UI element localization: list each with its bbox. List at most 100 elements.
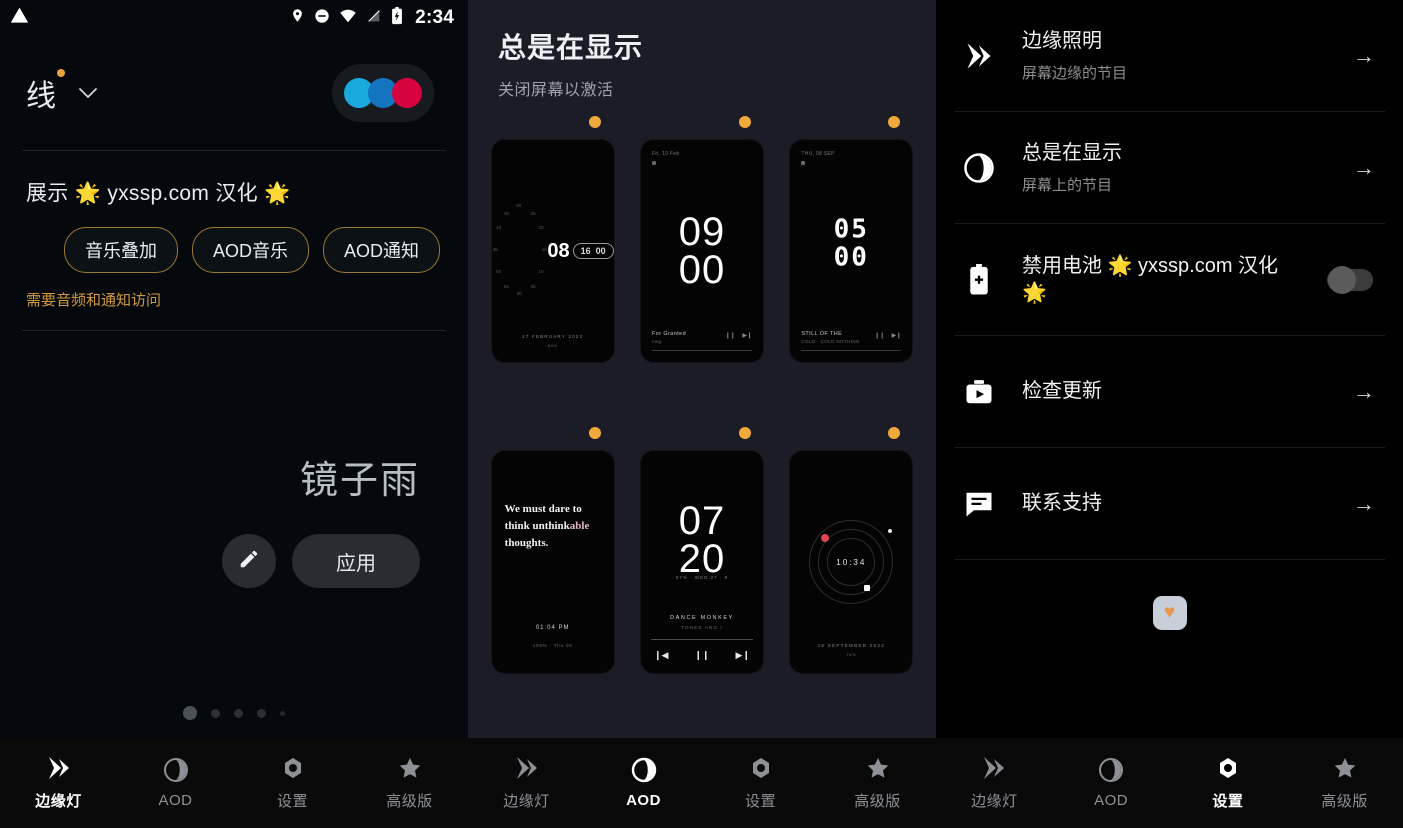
aod-card-player[interactable]: 07 20 57% · WED 27 · 8 DANCE MONKEY TONE… xyxy=(627,427,776,738)
tab-settings[interactable]: 设置 xyxy=(702,755,819,811)
skip-next-icon: ▶❙ xyxy=(742,333,752,339)
moon-circle-icon xyxy=(1098,757,1124,783)
settings-row-check-updates[interactable]: 检查更新 → xyxy=(954,336,1385,448)
aod-card-dot-matrix[interactable]: THU, 08 SEP 05 00 STILL OF THE COLD · CO… xyxy=(777,116,926,427)
aod-preview-card[interactable]: 10:34 19 SEPTEMBER 2022 74% xyxy=(790,451,913,673)
tab-edge-light-label: 边缘灯 xyxy=(35,793,82,810)
aod-preview-card[interactable]: THU, 08 SEP 05 00 STILL OF THE COLD · CO… xyxy=(790,140,913,362)
tab-edge-light[interactable]: 边缘灯 xyxy=(0,755,117,811)
settings-row-disable-battery[interactable]: 禁用电池 🌟 yxssp.com 汉化 🌟 xyxy=(954,224,1385,336)
notification-dot-icon xyxy=(651,161,656,165)
status-bar-clock: 2:34 xyxy=(415,7,454,28)
card-date: THU, 08 SEP xyxy=(801,151,835,157)
star-icon xyxy=(1332,755,1358,781)
tab-settings[interactable]: 设置 xyxy=(1170,755,1287,811)
settings-row-subtitle: 屏幕上的节目 xyxy=(1022,177,1113,194)
dot-clock-minute: 00 xyxy=(833,242,869,273)
dial-tick: 35 xyxy=(503,210,509,216)
chip-aod-notification[interactable]: AOD通知 xyxy=(323,227,441,273)
page-dot-2[interactable] xyxy=(211,708,220,718)
pause-icon: ❙❙ xyxy=(874,333,885,339)
star-icon xyxy=(865,755,891,781)
track-artist: COLD · COLD NOTHING xyxy=(801,339,860,344)
settings-list: 边缘照明 屏幕边缘的节目 → 总是在显示 屏幕上的节目 → 禁用电池 🌟 yxs… xyxy=(936,0,1403,738)
aod-preview-card[interactable]: 07 20 57% · WED 27 · 8 DANCE MONKEY TONE… xyxy=(640,451,763,673)
tab-premium[interactable]: 高级版 xyxy=(819,755,936,811)
apply-button[interactable]: 应用 xyxy=(292,534,420,588)
premium-badge-icon xyxy=(887,116,900,128)
page-dot-5[interactable] xyxy=(280,710,285,716)
arrow-right-icon[interactable]: → xyxy=(1353,155,1381,181)
quote-line-3: thoughts. xyxy=(504,537,549,550)
bottom-nav-panel1: 边缘灯 AOD 设置 高级版 xyxy=(0,738,468,828)
aod-card-radial-dial[interactable]: 30 35 25 40 20 45 15 50 10 55 05 00 08 1… xyxy=(478,116,627,427)
aod-card-big-clock[interactable]: Fri, 10 Feb 09 00 For Granted nwg ❙❙ ▶❙ xyxy=(627,116,776,427)
page-dot-1[interactable] xyxy=(183,706,197,720)
chip-aod-music[interactable]: AOD音乐 xyxy=(192,227,310,273)
heart-icon[interactable]: ♥ xyxy=(1152,596,1187,630)
page-dot-3[interactable] xyxy=(234,708,243,718)
tab-aod[interactable]: AOD xyxy=(1053,757,1170,809)
player-clock-minute: 20 xyxy=(678,536,726,581)
tab-aod-label: AOD xyxy=(158,792,193,809)
aod-card-orbit[interactable]: 10:34 19 SEPTEMBER 2022 74% xyxy=(777,427,926,738)
arrow-right-icon[interactable]: → xyxy=(1353,491,1381,517)
signal-off-icon xyxy=(366,8,382,29)
big-clock-readout: 09 00 xyxy=(641,210,763,290)
player-controls: ❙❙ ▶❙ xyxy=(725,332,752,339)
tab-edge-light[interactable]: 边缘灯 xyxy=(936,755,1053,811)
page-dot-4[interactable] xyxy=(257,708,266,718)
tab-premium-label: 高级版 xyxy=(854,793,901,810)
settings-row-edge-lighting[interactable]: 边缘照明 屏幕边缘的节目 → xyxy=(954,0,1385,112)
gear-hex-icon xyxy=(748,755,774,781)
tab-edge-light-label: 边缘灯 xyxy=(971,793,1018,810)
tab-premium[interactable]: 高级版 xyxy=(351,755,468,811)
chat-support-icon xyxy=(958,490,1000,518)
tab-aod[interactable]: AOD xyxy=(585,757,702,809)
profile-selector[interactable]: 线 xyxy=(26,69,65,115)
gear-hex-icon xyxy=(1215,755,1241,781)
star-icon xyxy=(397,755,423,781)
battery-plus-icon xyxy=(958,263,1000,296)
chip-music-overlay[interactable]: 音乐叠加 xyxy=(64,227,178,273)
screenshot-root: 2:34 线 展示 🌟 yxssp.com 汉化 🌟 音乐叠加 AOD音乐 AO… xyxy=(0,0,1403,828)
dial-tick: 25 xyxy=(530,210,536,216)
arrow-right-icon[interactable]: → xyxy=(1353,43,1381,69)
tab-edge-light[interactable]: 边缘灯 xyxy=(468,755,585,811)
edit-preset-button[interactable] xyxy=(222,534,276,588)
tab-aod[interactable]: AOD xyxy=(117,757,234,809)
moon-circle-icon xyxy=(163,757,189,783)
tab-settings[interactable]: 设置 xyxy=(234,755,351,811)
orbit-dot-small xyxy=(888,529,893,533)
aod-preview-card[interactable]: 30 35 25 40 20 45 15 50 10 55 05 00 08 1… xyxy=(491,140,614,362)
big-clock-hour: 09 xyxy=(678,210,726,254)
player-controls: ❙❙ ▶❙ xyxy=(875,332,902,339)
tab-settings-label: 设置 xyxy=(744,793,776,810)
disable-battery-toggle[interactable] xyxy=(1327,265,1373,294)
player-clock-hour: 07 xyxy=(678,498,726,543)
chevron-down-icon[interactable] xyxy=(78,85,98,102)
arrow-right-icon[interactable]: → xyxy=(1353,379,1381,405)
aod-preview-card[interactable]: Fri, 10 Feb 09 00 For Granted nwg ❙❙ ▶❙ xyxy=(640,140,763,362)
settings-row-always-on-display[interactable]: 总是在显示 屏幕上的节目 → xyxy=(954,112,1385,224)
player-meta: 57% · WED 27 · 8 xyxy=(675,575,729,581)
notification-dot-icon xyxy=(801,161,806,165)
settings-row-contact-support[interactable]: 联系支持 → xyxy=(954,448,1385,560)
moon-circle-icon xyxy=(958,152,1000,184)
color-swatch-button[interactable] xyxy=(332,64,434,122)
card-player: For Granted nwg ❙❙ ▶❙ xyxy=(651,331,752,351)
tab-premium[interactable]: 高级版 xyxy=(1286,755,1403,811)
profile-unsaved-dot xyxy=(57,69,65,77)
quote-text: We must dare to think unthinkable though… xyxy=(505,501,601,552)
page-subtitle: 关闭屏幕以激活 xyxy=(498,82,614,99)
dial-ring: 30 35 25 40 20 45 15 50 10 55 05 00 xyxy=(492,203,548,297)
warning-triangle-icon xyxy=(10,6,29,30)
aod-card-quote[interactable]: We must dare to think unthinkable though… xyxy=(478,427,627,738)
preset-actions: 应用 xyxy=(222,534,420,588)
permission-note: 需要音频和通知访问 xyxy=(26,292,162,309)
battery-charging-icon xyxy=(391,6,403,30)
orbit-date: 19 SEPTEMBER 2022 xyxy=(817,643,885,648)
aod-preview-card[interactable]: We must dare to think unthinkable though… xyxy=(491,451,614,673)
settings-row-title: 禁用电池 🌟 yxssp.com 汉化 🌟 xyxy=(1022,254,1279,304)
orbit-battery: 74% xyxy=(846,652,857,657)
